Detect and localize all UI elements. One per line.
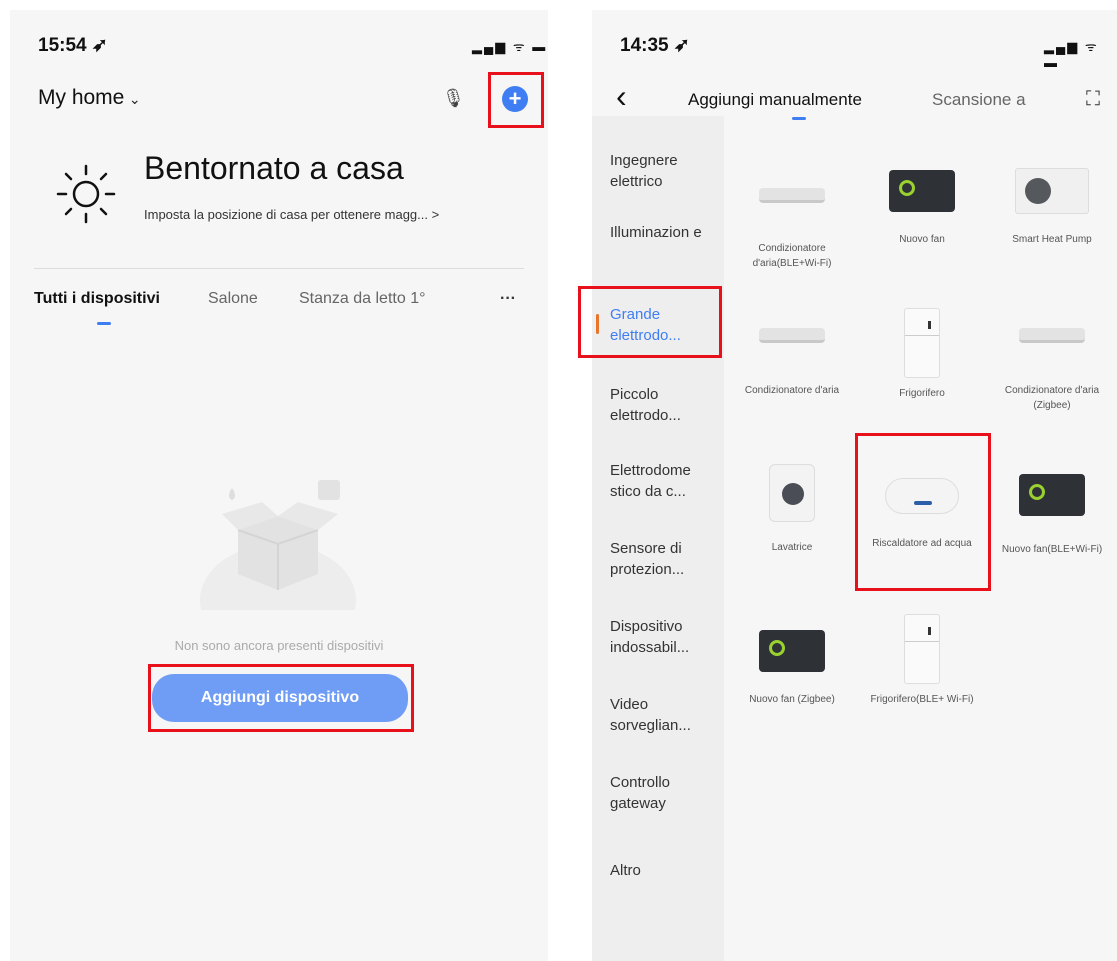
device-label: Nuovo fan: [899, 234, 945, 245]
highlight-box-add: [488, 72, 544, 128]
device-label: Frigorifero: [899, 388, 945, 399]
location-prompt-link[interactable]: Imposta la posizione di casa per ottener…: [144, 207, 439, 222]
more-tabs-icon[interactable]: ···: [500, 290, 516, 308]
microphone-icon[interactable]: 🎙: [442, 88, 465, 109]
sidebar-item-small-appliances[interactable]: Piccolo elettrodo...: [610, 384, 720, 426]
device-fridge-ble-wifi[interactable]: Frigorifero(BLE+ Wi-Fi): [857, 614, 987, 707]
empty-state-text: Non sono ancora presenti dispositivi: [174, 638, 384, 653]
device-ac-zigbee[interactable]: Condizionatore d'aria (Zigbee): [987, 310, 1117, 413]
divider: [34, 268, 524, 269]
device-ac[interactable]: Condizionatore d'aria: [727, 310, 857, 398]
highlight-box-category: [578, 286, 722, 358]
tab-all-devices[interactable]: Tutti i dispositivi: [34, 290, 160, 308]
sidebar-item-kitchen-appliances[interactable]: Elettrodome stico da c...: [610, 460, 720, 502]
fridge-icon: [904, 308, 940, 378]
active-tab-indicator: [792, 117, 806, 120]
device-label: Nuovo fan (Zigbee): [749, 694, 835, 705]
device-new-fan[interactable]: Nuovo fan: [857, 170, 987, 247]
tab-stanza-da-letto[interactable]: Stanza da letto 1°: [299, 290, 425, 308]
tab-add-manually[interactable]: Aggiungi manualmente: [688, 90, 862, 110]
device-label: Nuovo fan(BLE+Wi-Fi): [1001, 544, 1103, 555]
active-tab-indicator: [97, 322, 111, 325]
device-ac-ble-wifi[interactable]: Condizionatore d'aria(BLE+Wi-Fi): [727, 170, 857, 271]
ac-unit-icon: [759, 188, 825, 203]
empty-box-illustration: [200, 480, 356, 610]
home-title: My home: [38, 86, 125, 109]
device-washer[interactable]: Lavatrice: [727, 464, 857, 555]
ac-unit-icon: [759, 328, 825, 343]
device-label: Frigorifero(BLE+ Wi-Fi): [870, 694, 974, 705]
back-icon[interactable]: ‹: [616, 78, 627, 115]
device-label: Condizionatore d'aria (Zigbee): [1004, 385, 1100, 411]
highlight-box-add-device: [148, 664, 414, 732]
status-time: 15:54 ➶: [38, 35, 108, 56]
status-time: 14:35 ➶: [620, 35, 690, 56]
device-label: Smart Heat Pump: [1012, 234, 1092, 245]
highlight-box-water-heater: [855, 433, 991, 591]
sidebar-item-other[interactable]: Altro: [610, 860, 720, 881]
sidebar-item-wearable[interactable]: Dispositivo indossabil...: [610, 616, 720, 658]
sun-icon: [56, 164, 116, 224]
device-label: Condizionatore d'aria(BLE+Wi-Fi): [752, 243, 832, 269]
sidebar-item-lighting[interactable]: Illuminazion e: [610, 222, 720, 243]
welcome-title: Bentornato a casa: [144, 150, 404, 186]
device-smart-heat-pump[interactable]: Smart Heat Pump: [987, 168, 1117, 247]
device-label: Lavatrice: [771, 542, 813, 553]
tab-salone[interactable]: Salone: [208, 290, 258, 308]
fan-icon: [889, 170, 955, 212]
device-fridge[interactable]: Frigorifero: [857, 308, 987, 401]
heat-pump-icon: [1015, 168, 1089, 214]
sidebar-item-electrical[interactable]: Ingegnere elettrico: [610, 150, 720, 192]
washer-icon: [769, 464, 815, 522]
ac-unit-icon: [1019, 328, 1085, 343]
sidebar-item-gateway-control[interactable]: Controllo gateway: [610, 772, 720, 814]
sidebar-item-video-surveillance[interactable]: Video sorveglian...: [610, 694, 720, 736]
status-icons: ▂▄▆ ᯤ ▬: [1044, 39, 1099, 70]
device-label: Condizionatore d'aria: [744, 385, 840, 396]
scan-icon[interactable]: ⛶: [1086, 88, 1100, 111]
status-icons: ▂▄▆ ᯤ ▬: [472, 39, 548, 54]
home-selector[interactable]: My home ⌄: [38, 86, 141, 110]
tab-scan[interactable]: Scansione a: [932, 90, 1026, 110]
home-screen: 15:54 ➶ ▂▄▆ ᯤ ▬ My home ⌄ 🎙 + Bentornato…: [10, 10, 548, 961]
fan-icon: [1019, 474, 1085, 516]
fridge-icon: [904, 614, 940, 684]
device-new-fan-zigbee[interactable]: Nuovo fan (Zigbee): [727, 630, 857, 707]
device-new-fan-ble-wifi[interactable]: Nuovo fan(BLE+Wi-Fi): [987, 474, 1117, 557]
fan-icon: [759, 630, 825, 672]
sidebar-item-protection-sensor[interactable]: Sensore di protezion...: [610, 538, 720, 580]
category-sidebar: Ingegnere elettrico Illuminazion e Grand…: [592, 116, 724, 961]
chevron-down-icon: ⌄: [128, 91, 141, 107]
